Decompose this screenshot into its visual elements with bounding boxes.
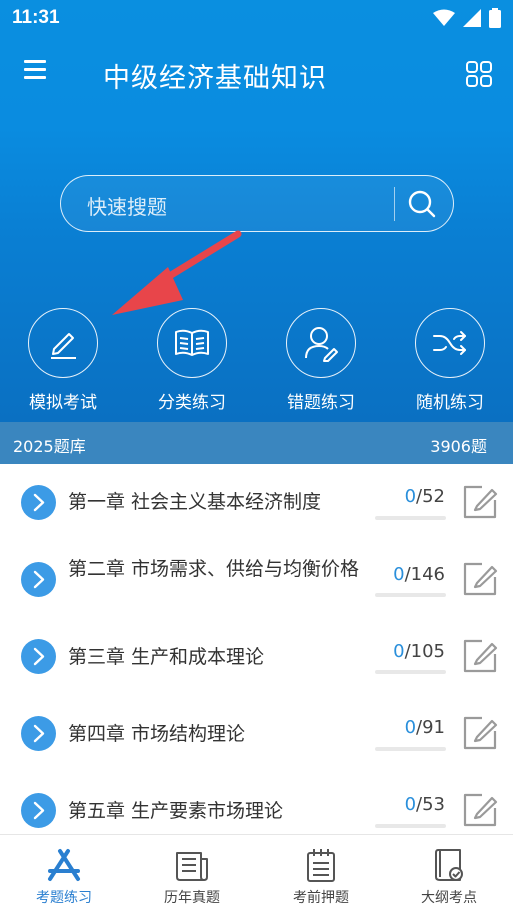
edit-icon[interactable] (462, 638, 498, 674)
tab-exam-practice[interactable]: 考题练习 (0, 835, 128, 915)
feature-mock-exam[interactable]: 模拟考试 (13, 308, 113, 413)
tab-syllabus-points[interactable]: 大纲考点 (385, 835, 513, 915)
chevron-right-icon[interactable] (21, 639, 56, 674)
wifi-icon (433, 9, 455, 26)
tab-label: 考题练习 (36, 890, 92, 906)
chapter-title: 第四章 市场结构理论 (68, 723, 246, 745)
feature-category-practice[interactable]: 分类练习 (142, 308, 242, 413)
list-item[interactable]: 第一章 社会主义基本经济制度 0/52 (0, 464, 513, 542)
bottom-tab-bar: 考题练习 历年真题 考前押题 大纲考点 (0, 834, 513, 915)
chapter-count: 0/91 (404, 717, 445, 738)
question-bank-bar[interactable]: 2025题库 3906题 (0, 422, 513, 464)
chevron-right-icon[interactable] (21, 793, 56, 828)
app-bar: 中级经济基础知识 (0, 44, 513, 104)
list-item[interactable]: 第五章 生产要素市场理论 0/53 (0, 776, 513, 834)
pencil-icon (51, 333, 76, 359)
chapter-list: 第一章 社会主义基本经济制度 0/52 第二章 市场需求、供给与均衡价格 0/1… (0, 464, 513, 834)
progress-bar (375, 516, 446, 520)
chapter-title: 第二章 市场需求、供给与均衡价格 (68, 558, 360, 580)
edit-icon[interactable] (462, 715, 498, 751)
book-check-icon (435, 849, 463, 881)
status-bar: 11:31 (0, 0, 513, 36)
book-icon (175, 329, 209, 356)
chevron-right-icon[interactable] (21, 562, 56, 597)
list-item[interactable]: 第二章 市场需求、供给与均衡价格 0/146 (0, 542, 513, 620)
list-item[interactable]: 第三章 生产和成本理论 0/105 (0, 620, 513, 698)
tab-past-exams[interactable]: 历年真题 (128, 835, 256, 915)
progress-bar (375, 824, 446, 828)
feature-label: 错题练习 (287, 393, 355, 413)
edit-icon[interactable] (462, 484, 498, 520)
feature-wrong-questions[interactable]: 错题练习 (271, 308, 371, 413)
menu-icon[interactable] (24, 60, 54, 88)
tab-label: 大纲考点 (421, 890, 477, 906)
progress-bar (375, 747, 446, 751)
status-time: 11:31 (12, 7, 60, 28)
grid-icon[interactable] (465, 60, 493, 88)
chapter-title: 第五章 生产要素市场理论 (68, 800, 284, 822)
user-edit-icon (305, 327, 338, 362)
tab-label: 历年真题 (164, 890, 220, 906)
question-bank-total: 3906题 (430, 437, 487, 456)
search-icon[interactable] (407, 189, 437, 219)
shuffle-icon (433, 331, 466, 355)
page-title: 中级经济基础知识 (103, 63, 327, 94)
question-bank-name: 2025题库 (13, 437, 86, 456)
chapter-count: 0/53 (404, 794, 445, 815)
notepad-icon (307, 849, 335, 882)
chapter-count: 0/105 (393, 641, 445, 662)
feature-label: 模拟考试 (29, 393, 97, 413)
search-divider (394, 187, 395, 221)
chapter-title: 第一章 社会主义基本经济制度 (68, 491, 322, 513)
chevron-right-icon[interactable] (21, 716, 56, 751)
tab-predicted-questions[interactable]: 考前押题 (257, 835, 385, 915)
progress-bar (375, 593, 446, 597)
app-store-icon (48, 849, 80, 881)
chevron-right-icon[interactable] (21, 485, 56, 520)
feature-label: 随机练习 (416, 393, 484, 413)
list-item[interactable]: 第四章 市场结构理论 0/91 (0, 698, 513, 776)
edit-icon[interactable] (462, 561, 498, 597)
feature-label: 分类练习 (158, 393, 226, 413)
search-bar[interactable]: 快速搜题 (60, 175, 454, 232)
edit-icon[interactable] (462, 792, 498, 828)
newspaper-icon (176, 852, 208, 881)
progress-bar (375, 670, 446, 674)
tab-label: 考前押题 (293, 890, 349, 906)
chapter-title: 第三章 生产和成本理论 (68, 646, 265, 668)
battery-icon (489, 8, 501, 28)
signal-icon (463, 9, 481, 27)
search-input[interactable]: 快速搜题 (87, 191, 167, 220)
chapter-count: 0/52 (404, 486, 445, 507)
feature-random-practice[interactable]: 随机练习 (400, 308, 500, 413)
chapter-count: 0/146 (393, 564, 445, 585)
